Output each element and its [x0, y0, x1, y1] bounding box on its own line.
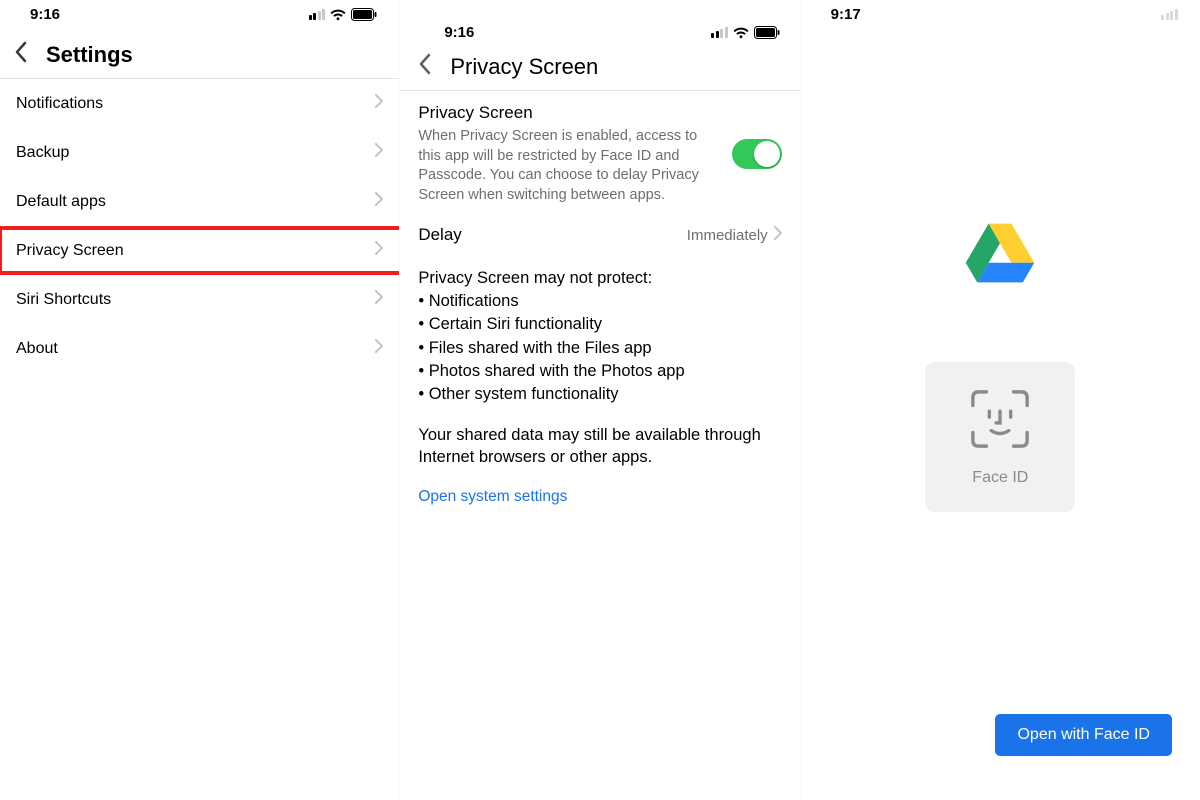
row-label: Backup — [16, 144, 69, 162]
back-button[interactable] — [14, 41, 28, 68]
not-protect-item: Notifications — [418, 290, 781, 313]
not-protect-item: Files shared with the Files app — [418, 337, 781, 360]
section-description: When Privacy Screen is enabled, access t… — [418, 127, 717, 205]
settings-row-siri-shortcuts[interactable]: Siri Shortcuts — [0, 275, 399, 324]
chevron-right-icon — [774, 226, 782, 244]
privacy-screen-settings: 9:16 Privacy Screen Privacy Screen When … — [399, 0, 799, 800]
status-bar: 9:17 — [801, 0, 1200, 27]
settings-list: Notifications Backup Default apps Privac… — [0, 79, 399, 373]
section-title: Privacy Screen — [418, 103, 717, 123]
open-system-settings-link[interactable]: Open system settings — [418, 488, 781, 506]
delay-row[interactable]: Delay Immediately — [418, 225, 781, 245]
cellular-icon — [309, 9, 326, 20]
chevron-right-icon — [375, 339, 383, 358]
cellular-icon — [1161, 9, 1178, 20]
settings-screen: 9:16 Settings Notifications Backup — [0, 0, 399, 800]
chevron-right-icon — [375, 241, 383, 260]
privacy-toggle-row: Privacy Screen When Privacy Screen is en… — [418, 103, 781, 205]
settings-row-about[interactable]: About — [0, 324, 399, 373]
row-label: Privacy Screen — [16, 242, 124, 260]
not-protect-item: Certain Siri functionality — [418, 313, 781, 336]
wifi-icon — [733, 27, 749, 39]
cellular-icon — [711, 27, 728, 38]
chevron-right-icon — [375, 192, 383, 211]
status-bar: 9:16 — [400, 0, 799, 45]
privacy-content: Privacy Screen When Privacy Screen is en… — [400, 91, 799, 518]
privacy-toggle[interactable] — [732, 139, 782, 169]
row-label: Siri Shortcuts — [16, 291, 111, 309]
not-protect-block: Privacy Screen may not protect: Notifica… — [418, 267, 781, 406]
settings-row-notifications[interactable]: Notifications — [0, 79, 399, 128]
status-bar: 9:16 — [0, 0, 399, 27]
faceid-label: Face ID — [972, 469, 1028, 487]
settings-row-privacy-screen[interactable]: Privacy Screen — [0, 226, 399, 275]
row-label: About — [16, 340, 58, 358]
status-time: 9:17 — [831, 6, 861, 23]
page-title: Privacy Screen — [450, 54, 598, 80]
chevron-right-icon — [375, 94, 383, 113]
not-protect-heading: Privacy Screen may not protect: — [418, 267, 781, 290]
status-time: 9:16 — [30, 6, 60, 23]
nav-header: Privacy Screen — [400, 45, 799, 91]
battery-icon — [351, 8, 377, 21]
delay-label: Delay — [418, 225, 461, 245]
not-protect-item: Photos shared with the Photos app — [418, 360, 781, 383]
settings-row-backup[interactable]: Backup — [0, 128, 399, 177]
shared-data-note: Your shared data may still be available … — [418, 424, 781, 469]
settings-row-default-apps[interactable]: Default apps — [0, 177, 399, 226]
wifi-icon — [330, 9, 346, 21]
faceid-lock-screen: 9:17 — [800, 0, 1200, 800]
page-title: Settings — [46, 42, 133, 68]
row-label: Notifications — [16, 95, 103, 113]
battery-icon — [754, 26, 780, 39]
back-button[interactable] — [418, 53, 432, 80]
status-time: 9:16 — [444, 24, 474, 41]
faceid-card: Face ID — [925, 362, 1075, 512]
open-with-faceid-button[interactable]: Open with Face ID — [995, 714, 1172, 756]
not-protect-item: Other system functionality — [418, 383, 781, 406]
faceid-icon — [969, 388, 1031, 455]
chevron-right-icon — [375, 143, 383, 162]
row-label: Default apps — [16, 193, 106, 211]
nav-header: Settings — [0, 27, 399, 79]
delay-value: Immediately — [687, 227, 768, 244]
google-drive-logo-icon — [964, 222, 1036, 284]
chevron-right-icon — [375, 290, 383, 309]
